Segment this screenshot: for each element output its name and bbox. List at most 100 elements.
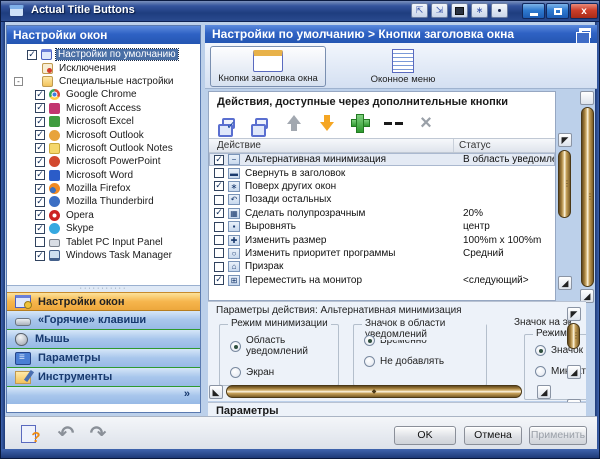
table-scroll-up-icon[interactable]: ◤ (558, 133, 572, 147)
radio-icon[interactable] (230, 367, 241, 378)
row-checkbox[interactable] (214, 208, 224, 218)
tree-checkbox[interactable] (35, 103, 45, 113)
tab-title-buttons[interactable]: Кнопки заголовка окна (210, 46, 326, 87)
radio-icon[interactable] (230, 341, 241, 352)
table-row-priority[interactable]: ○ Изменить приоритет программы Средний (209, 247, 555, 260)
panel-scrollbar-thumb[interactable] (581, 107, 594, 287)
column-status[interactable]: Статус (454, 139, 555, 152)
table-row-rollup[interactable]: ▬ Свернуть в заголовок (209, 166, 555, 179)
help-button[interactable] (15, 424, 41, 444)
check-all-button[interactable] (217, 113, 239, 133)
remove-action-button[interactable] (382, 113, 404, 133)
delete-button[interactable]: × (415, 113, 437, 133)
tree-checkbox[interactable] (35, 157, 45, 167)
row-checkbox[interactable] (214, 262, 224, 272)
nav-hotkeys[interactable]: «Горячие» клавиши (7, 311, 200, 330)
hscroll-left-icon[interactable]: ◣ (209, 385, 223, 399)
row-checkbox[interactable] (214, 168, 224, 178)
roll-up-button-icon[interactable]: ⇱ (411, 3, 428, 18)
table-row-stay-on-top[interactable]: ∗ Поверх других окон (209, 180, 555, 193)
panel-windows-icon[interactable] (579, 28, 591, 38)
tree-item-outlook[interactable]: Microsoft Outlook (7, 128, 200, 141)
tree-checkbox[interactable] (35, 184, 45, 194)
row-checkbox[interactable] (214, 155, 224, 165)
nav-tools[interactable]: Инструменты (7, 368, 200, 387)
radio-notification-area[interactable]: Область уведомлений (230, 335, 338, 357)
tree-item-thunderbird[interactable]: Mozilla Thunderbird (7, 195, 200, 208)
apply-button[interactable]: Применить (529, 426, 587, 445)
radio-icon[interactable] (364, 335, 375, 346)
tab-window-menu[interactable]: Оконное меню (353, 46, 453, 87)
tree-item-word[interactable]: Microsoft Word (7, 169, 200, 182)
close-button[interactable]: x (570, 3, 598, 19)
table-scroll-down-icon[interactable]: ◢ (558, 276, 572, 290)
row-checkbox[interactable] (214, 181, 224, 191)
panel-scroll-up-icon[interactable] (580, 91, 594, 105)
tree-checkbox[interactable] (35, 117, 45, 127)
tree-checkbox[interactable] (35, 197, 45, 207)
maximize-button[interactable] (546, 3, 569, 19)
tree-item-powerpoint[interactable]: Microsoft PowerPoint (7, 155, 200, 168)
radio-icon[interactable] (364, 356, 375, 367)
hscroll-right-icon[interactable]: ◢ (537, 385, 551, 399)
undo-button[interactable]: ↶ (53, 424, 79, 444)
tree-item-firefox[interactable]: Mozilla Firefox (7, 182, 200, 195)
row-checkbox[interactable] (214, 275, 224, 285)
radio-dont-add[interactable]: Не добавлять (364, 356, 486, 367)
nav-options[interactable]: Параметры (7, 349, 200, 368)
table-row-transparency[interactable]: ▦ Сделать полупрозрачным 20% (209, 207, 555, 220)
row-checkbox[interactable] (214, 248, 224, 258)
tree-checkbox[interactable] (35, 143, 45, 153)
tree-checkbox[interactable] (35, 90, 45, 100)
tree-item-task-manager[interactable]: Windows Task Manager (7, 249, 200, 262)
nav-mouse[interactable]: Мышь (7, 330, 200, 349)
table-row-move-to-monitor[interactable]: ⊞ Переместить на монитор <следующий> (209, 274, 555, 287)
cancel-button[interactable]: Отмена (464, 426, 522, 445)
tree-item-exclusions[interactable]: Исключения (7, 61, 200, 74)
row-checkbox[interactable] (214, 235, 224, 245)
tree-item-skype[interactable]: Skype (7, 222, 200, 235)
table-row-send-behind[interactable]: ↶ Позади остальных (209, 193, 555, 206)
row-checkbox[interactable] (214, 222, 224, 232)
table-row-alt-minimize[interactable]: − Альтернативная минимизация В область у… (209, 153, 555, 166)
tree-checkbox[interactable] (27, 50, 37, 60)
table-row-resize[interactable]: ✚ Изменить размер 100%m x 100%m (209, 233, 555, 246)
add-action-button[interactable] (349, 113, 371, 133)
ok-button[interactable]: OK (394, 426, 456, 445)
pin-button-icon[interactable]: ∗ (471, 3, 488, 18)
tree-item-opera[interactable]: Opera (7, 209, 200, 222)
tree-item-special-settings[interactable]: - Специальные настройки (7, 75, 200, 88)
tree-checkbox[interactable] (35, 251, 45, 261)
copy-settings-button[interactable] (250, 113, 272, 133)
tree-item-default-settings[interactable]: Настройки по умолчанию (7, 48, 200, 61)
tree-checkbox[interactable] (35, 130, 45, 140)
tree-item-excel[interactable]: Microsoft Excel (7, 115, 200, 128)
tree-item-outlook-notes[interactable]: Microsoft Outlook Notes (7, 142, 200, 155)
horizontal-scrollbar-thumb[interactable] (226, 385, 522, 398)
tree-item-tablet-pc[interactable]: Tablet PC Input Panel (7, 235, 200, 248)
titlebar[interactable]: Actual Title Buttons ⇱ ⇲ ∗ x (1, 1, 600, 22)
move-down-button[interactable] (316, 113, 338, 133)
radio-icon[interactable] (535, 345, 546, 356)
tree-item-access[interactable]: Microsoft Access (7, 102, 200, 115)
params-scrollbar-thumb[interactable] (567, 323, 580, 349)
params-scroll-up-icon[interactable]: ◤ (567, 307, 581, 321)
redo-button[interactable]: ↷ (85, 424, 111, 444)
radio-screen[interactable]: Экран (230, 367, 338, 378)
tree-checkbox[interactable] (35, 170, 45, 180)
table-row-ghost[interactable]: ⌂ Призрак (209, 260, 555, 273)
panel-splitter[interactable]: ··········· (7, 285, 200, 292)
table-row-align[interactable]: ▪ Выровнять центр (209, 220, 555, 233)
stay-on-top-button-icon[interactable]: ⇲ (431, 3, 448, 18)
row-checkbox[interactable] (214, 195, 224, 205)
table-scrollbar-thumb[interactable] (558, 150, 571, 218)
tree-checkbox[interactable] (35, 237, 45, 247)
tree-checkbox[interactable] (35, 210, 45, 220)
resize-button-icon[interactable] (451, 3, 468, 18)
nav-window-settings[interactable]: Настройки окон (7, 292, 200, 311)
tree-checkbox[interactable] (35, 224, 45, 234)
nav-collapse-chevron-icon[interactable]: » (7, 387, 200, 404)
tree-item-chrome[interactable]: Google Chrome (7, 88, 200, 101)
radio-icon[interactable] (535, 366, 546, 377)
move-up-button[interactable] (283, 113, 305, 133)
